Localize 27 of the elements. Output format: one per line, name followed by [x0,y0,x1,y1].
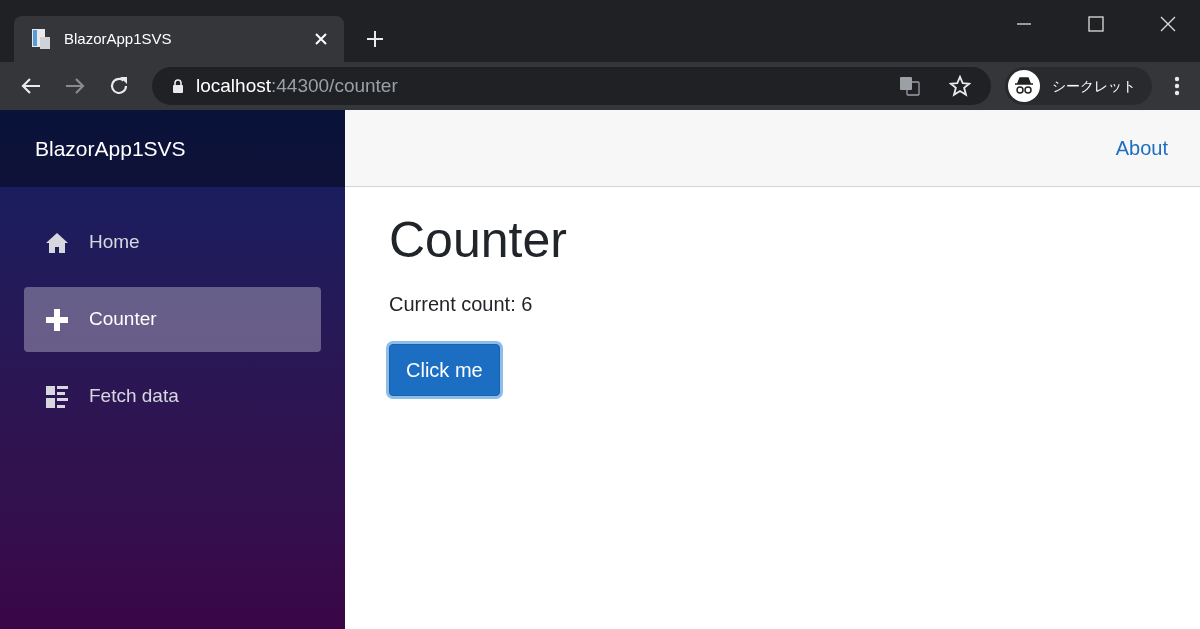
profile-button[interactable]: シークレット [1005,67,1152,105]
about-link[interactable]: About [1115,133,1168,163]
star-icon[interactable] [949,75,971,97]
lock-icon [172,79,184,93]
nav-item[interactable]: Home [24,210,321,275]
browser-tab[interactable]: BlazorApp1SVS [14,16,344,62]
brand-title[interactable]: BlazorApp1SVS [35,132,186,165]
menu-icon[interactable] [1174,76,1180,96]
address-bar[interactable]: localhost:44300/counter [152,67,991,105]
count-text: Current count: 6 [389,292,533,317]
translate-icon[interactable] [899,75,921,97]
url-text: localhost:44300/counter [196,73,399,98]
list-icon [45,384,69,409]
incognito-icon [1008,70,1040,102]
click-me-button[interactable]: Click me [389,344,500,396]
home-icon [45,230,69,255]
profile-label: シークレット [1052,76,1136,96]
tab-title: BlazorApp1SVS [64,28,173,49]
reload-icon[interactable] [108,75,130,97]
maximize-icon[interactable] [1088,16,1104,32]
close-icon[interactable] [1160,16,1176,32]
page-icon [30,28,52,50]
page-heading: Counter [389,215,567,265]
nav-item[interactable]: Counter [24,287,321,352]
plus-icon [45,307,69,332]
nav-item[interactable]: Fetch data [24,364,321,429]
new-tab-icon[interactable] [366,30,384,48]
